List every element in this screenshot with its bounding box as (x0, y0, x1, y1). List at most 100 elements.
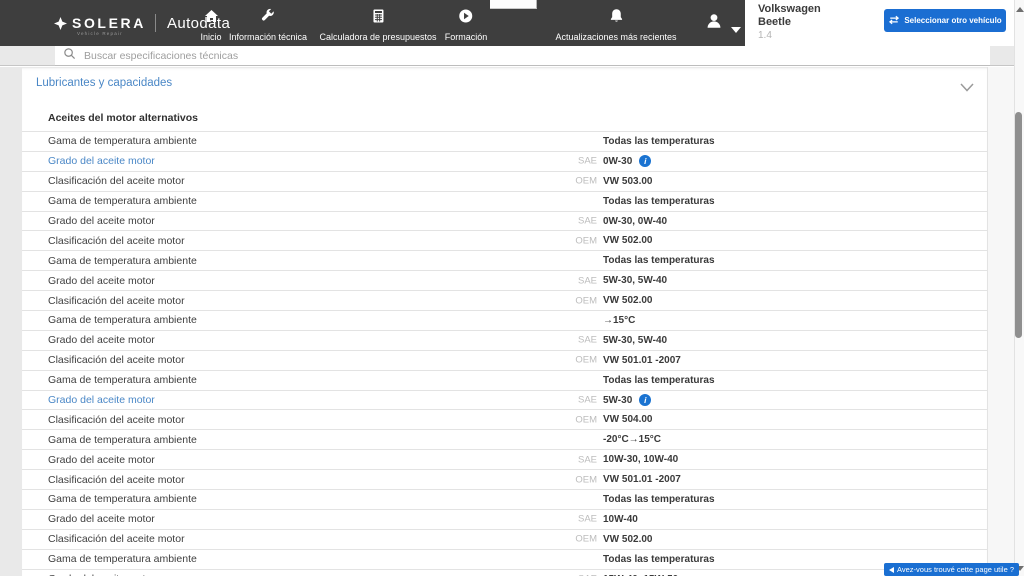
vehicle-version: 1.4 (758, 30, 772, 41)
table-row: Gama de temperatura ambiente Todas las t… (22, 190, 987, 211)
row-value: VW 502.00 (603, 530, 652, 549)
solera-logo: SOLERA Vehicle Repair (54, 15, 146, 36)
nav-item-formacion[interactable]: Formación (445, 8, 488, 45)
row-value-text: 10W-30, 10W-40 (603, 454, 679, 466)
row-value: 0W-30 i (603, 152, 652, 171)
row-label: Gama de temperatura ambiente (48, 553, 197, 566)
row-value: VW 502.00 (603, 231, 652, 250)
page-left-gutter (0, 67, 22, 576)
search-icon (63, 47, 76, 65)
search-input[interactable] (84, 46, 990, 65)
row-unit: SAE (577, 275, 597, 287)
row-value: VW 503.00 (603, 172, 652, 191)
row-value: Todas las temperaturas (603, 192, 715, 211)
row-value-text: Todas las temperaturas (603, 135, 715, 147)
table-row: Grado del aceite motor SAE 5W-30, 5W-40 (22, 329, 987, 350)
arrow-left-icon (889, 566, 894, 573)
row-value: 0W-30, 0W-40 (603, 212, 667, 231)
table-row: Gama de temperatura ambiente →15°C (22, 310, 987, 330)
table-row: Grado del aceite motor SAE 5W-30 i (22, 389, 987, 410)
row-label: Grado del aceite motor (48, 513, 155, 526)
row-value-text: 0W-30, 0W-40 (603, 215, 668, 227)
row-value-text: VW 504.00 (603, 414, 653, 426)
row-value-text: VW 501.01 -2007 (603, 354, 681, 366)
table-row: Clasificación del aceite motor OEM VW 50… (22, 349, 987, 370)
scrollbar-up-arrow[interactable] (1016, 7, 1024, 12)
row-value: 10W-40 (603, 510, 638, 529)
table-group-title: Aceites del motor alternativos (48, 112, 198, 124)
row-value: Todas las temperaturas (603, 371, 715, 390)
vehicle-make: Volkswagen (758, 3, 821, 15)
table-row: Clasificación del aceite motor OEM VW 50… (22, 170, 987, 191)
row-value-text: Todas las temperaturas (603, 374, 715, 386)
row-unit: SAE (577, 334, 597, 346)
row-label: Grado del aceite motor (48, 334, 155, 347)
row-value-text: VW 502.00 (603, 295, 653, 307)
table-row: Gama de temperatura ambiente Todas las t… (22, 548, 987, 569)
row-value: -20°C→15°C (603, 430, 661, 449)
row-label: Grado del aceite motor (48, 453, 155, 466)
row-unit: OEM (575, 474, 597, 486)
select-other-vehicle-button[interactable]: Seleccionar otro vehículo (884, 9, 1006, 32)
row-label: Gama de temperatura ambiente (48, 433, 197, 446)
row-label: Clasificación del aceite motor (48, 413, 185, 426)
row-value: 10W-30, 10W-40 (603, 450, 678, 469)
scrollbar-thumb[interactable] (1015, 112, 1022, 338)
user-menu[interactable] (705, 12, 723, 35)
search-box (55, 46, 990, 66)
play-icon (445, 8, 488, 24)
logo-divider (154, 14, 156, 32)
current-vehicle: Volkswagen Beetle 1.4 (758, 3, 821, 42)
nav-item-informacion-tecnica[interactable]: Información técnica (229, 8, 307, 45)
vehicle-model: Beetle (758, 16, 792, 28)
table-row: Clasificación del aceite motor OEM VW 50… (22, 409, 987, 429)
home-icon (200, 8, 221, 24)
table-row: Grado del aceite motor SAE 0W-30, 0W-40 (22, 210, 987, 231)
nav-item-inicio[interactable]: Inicio (200, 8, 222, 45)
row-value: VW 501.01 -2007 (603, 470, 681, 489)
row-unit: SAE (577, 394, 597, 406)
info-icon[interactable]: i (639, 155, 652, 168)
row-value: 5W-30, 5W-40 (603, 271, 667, 290)
row-label: Clasificación del aceite motor (48, 533, 185, 546)
row-value-text: 5W-30, 5W-40 (603, 275, 668, 287)
table-row: Grado del aceite motor SAE 10W-30, 10W-4… (22, 449, 987, 469)
feedback-button[interactable]: Avez-vous trouvé cette page utile ? (884, 563, 1020, 576)
specifications-card: Lubricantes y capacidades Aceites del mo… (22, 67, 988, 576)
row-value: 5W-30, 5W-40 (603, 331, 667, 350)
row-unit: OEM (575, 414, 597, 426)
table-row: Clasificación del aceite motor OEM VW 50… (22, 230, 987, 250)
info-icon[interactable]: i (639, 394, 652, 407)
row-value: VW 504.00 (603, 410, 652, 429)
nav-item-calculadora[interactable]: Calculadora de presupuestos (319, 8, 437, 45)
row-value-text: -20°C→15°C (603, 434, 662, 446)
wrench-icon (229, 8, 307, 24)
row-label: Grado del aceite motor (48, 215, 155, 227)
chevron-down-icon[interactable] (731, 27, 741, 33)
row-label[interactable]: Grado del aceite motor (48, 394, 155, 406)
row-value-text: 5W-30, 5W-40 (603, 334, 668, 346)
row-value: →15°C (603, 311, 635, 330)
row-label: Clasificación del aceite motor (48, 473, 185, 486)
browser-artifact (490, 0, 537, 9)
row-label: Gama de temperatura ambiente (48, 374, 197, 387)
solera-tagline: Vehicle Repair (77, 31, 123, 36)
row-unit: OEM (575, 175, 597, 187)
row-label[interactable]: Grado del aceite motor (48, 155, 155, 167)
table-row: Grado del aceite motor SAE 15W-40, 15W-5… (22, 568, 987, 576)
row-value-text: VW 503.00 (603, 175, 653, 187)
row-value: Todas las temperaturas (603, 132, 715, 151)
table-row: Grado del aceite motor SAE 5W-30, 5W-40 (22, 270, 987, 290)
row-label: Gama de temperatura ambiente (48, 195, 197, 208)
autodata-app: SOLERA Vehicle Repair Autodata Inicio In… (0, 0, 1024, 576)
row-unit: SAE (577, 215, 597, 227)
nav-item-actualizaciones[interactable]: Actualizaciones más recientes (555, 8, 677, 45)
row-value-text: 5W-30 (603, 394, 633, 406)
row-label: Gama de temperatura ambiente (48, 135, 197, 148)
vehicle-header: Volkswagen Beetle 1.4 Seleccionar otro v… (745, 0, 1014, 46)
collapse-chevron-icon[interactable] (960, 79, 974, 97)
row-value-text: 10W-40 (603, 513, 638, 525)
section-lubricantes-header[interactable]: Lubricantes y capacidades (36, 77, 172, 89)
row-label: Gama de temperatura ambiente (48, 314, 197, 327)
row-value-text: VW 501.01 -2007 (603, 474, 681, 486)
